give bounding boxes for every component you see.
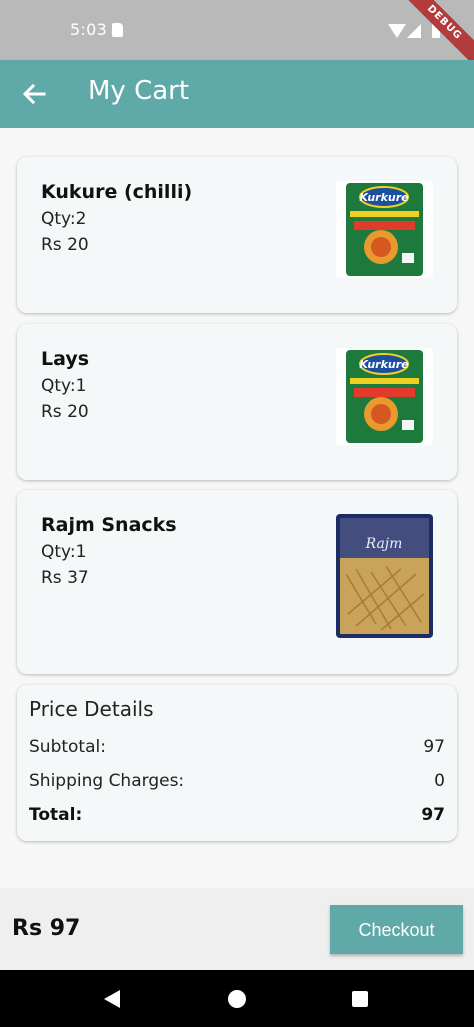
item-qty: Qty:1 xyxy=(41,376,87,396)
item-name: Kukure (chilli) xyxy=(41,181,193,203)
svg-text:Kurkure: Kurkure xyxy=(359,191,409,204)
system-nav-bar xyxy=(0,970,474,1027)
checkout-button[interactable]: Checkout xyxy=(330,905,463,954)
back-button[interactable] xyxy=(18,78,50,110)
status-bar: 5:03 DEBUG xyxy=(0,0,474,72)
wifi-icon xyxy=(388,24,406,38)
cart-content: Kukure (chilli) Qty:2 Rs 20 Kurkure Lays… xyxy=(0,128,474,888)
cart-item-card[interactable]: Lays Qty:1 Rs 20 Kurkure xyxy=(17,324,457,480)
cart-item-card[interactable]: Rajm Snacks Qty:1 Rs 37 Rajm xyxy=(17,490,457,674)
price-details-card: Price Details Subtotal: 97 Shipping Char… xyxy=(17,685,457,841)
nav-back-icon[interactable] xyxy=(104,990,120,1008)
bottom-bar: Rs 97 Checkout xyxy=(0,888,474,970)
item-name: Lays xyxy=(41,348,90,370)
item-qty: Qty:2 xyxy=(41,209,87,229)
item-price: Rs 20 xyxy=(41,402,89,422)
product-image-rajm-snacks: Rajm xyxy=(336,514,433,638)
product-image-kurkure: Kurkure xyxy=(336,181,433,278)
bottom-total: Rs 97 xyxy=(12,916,81,941)
page-title: My Cart xyxy=(88,76,190,106)
item-price: Rs 37 xyxy=(41,568,89,588)
item-name: Rajm Snacks xyxy=(41,514,177,536)
product-image-kurkure: Kurkure xyxy=(336,348,433,445)
cart-item-card[interactable]: Kukure (chilli) Qty:2 Rs 20 Kurkure xyxy=(17,157,457,313)
nav-home-icon[interactable] xyxy=(228,990,246,1008)
arrow-left-icon xyxy=(22,83,46,105)
total-row: Total: 97 xyxy=(29,805,445,825)
total-value: 97 xyxy=(421,805,445,825)
item-qty: Qty:1 xyxy=(41,542,87,562)
item-price: Rs 20 xyxy=(41,235,89,255)
total-label: Total: xyxy=(29,805,83,825)
svg-text:Kurkure: Kurkure xyxy=(359,358,409,371)
signal-icon xyxy=(407,24,421,38)
app-bar: My Cart xyxy=(0,60,474,128)
shipping-value: 0 xyxy=(434,771,445,791)
subtotal-row: Subtotal: 97 xyxy=(29,737,445,757)
shipping-label: Shipping Charges: xyxy=(29,771,185,791)
subtotal-value: 97 xyxy=(423,737,445,757)
price-details-title: Price Details xyxy=(29,697,154,721)
svg-text:Rajm: Rajm xyxy=(365,536,403,552)
subtotal-label: Subtotal: xyxy=(29,737,106,757)
status-time: 5:03 xyxy=(70,20,108,39)
shipping-row: Shipping Charges: 0 xyxy=(29,771,445,791)
nav-recents-icon[interactable] xyxy=(352,991,368,1007)
sd-card-icon xyxy=(112,23,123,37)
